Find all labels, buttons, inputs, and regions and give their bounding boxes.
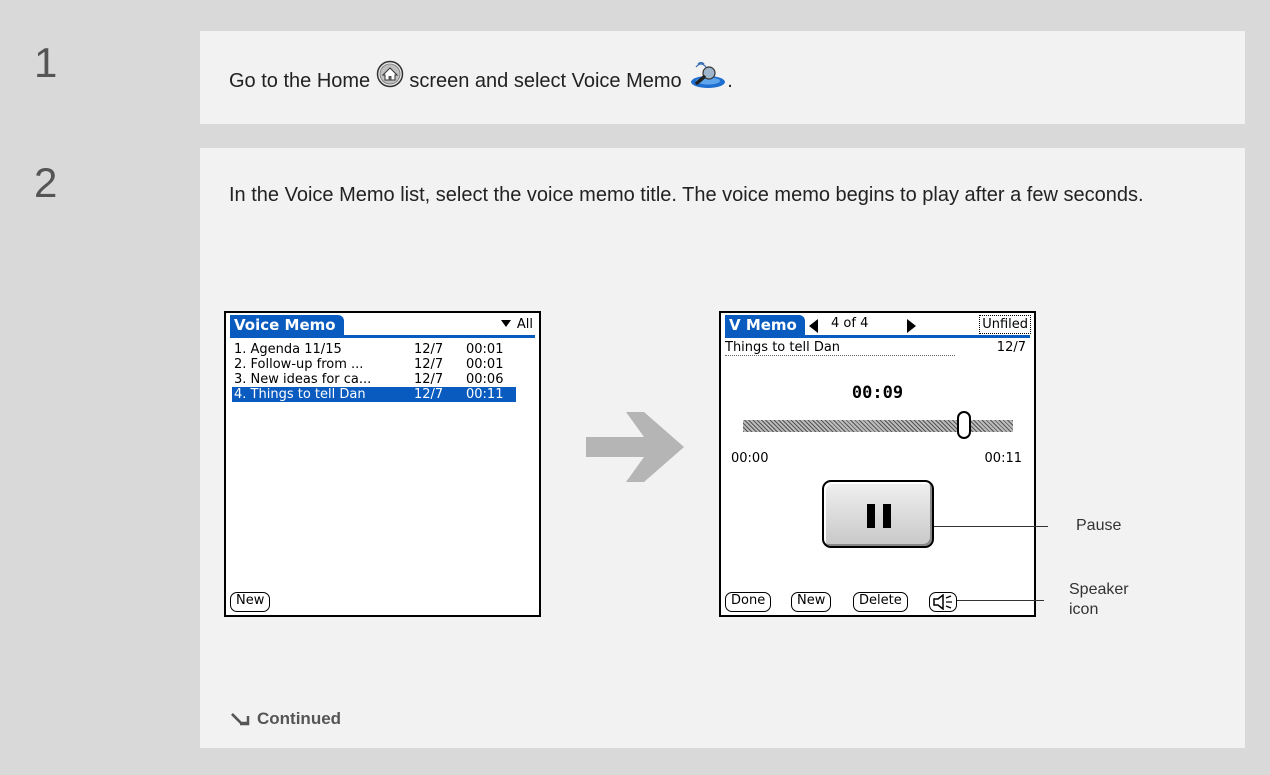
category-selector[interactable]: Unfiled [979, 315, 1031, 334]
step-number-1: 1 [34, 39, 58, 86]
pause-icon-bar-right [883, 504, 891, 528]
voice-memo-icon [687, 59, 727, 98]
memo-row[interactable]: 2. Follow-up from ... 12/7 00:01 [232, 357, 516, 372]
step-2-panel: In the Voice Memo list, select the voice… [200, 148, 1245, 748]
playback-progress-thumb[interactable] [957, 411, 972, 439]
step-1-text-middle: screen and select Voice Memo [409, 69, 682, 92]
start-time: 00:00 [731, 451, 769, 466]
memo-title: 3. New ideas for ca... [234, 372, 372, 387]
speaker-callout-label: Speaker icon [1069, 580, 1129, 620]
step-1-text-after: . [727, 69, 733, 92]
memo-title: 4. Things to tell Dan [234, 387, 366, 402]
previous-memo-arrow-icon[interactable] [809, 319, 818, 333]
done-button[interactable]: Done [725, 592, 772, 612]
memo-date: 12/7 [996, 340, 1026, 355]
continued-arrow-icon [231, 712, 250, 725]
speaker-callout-line-2: icon [1069, 601, 1099, 618]
memo-duration: 00:06 [466, 372, 504, 387]
list-screen-title: Voice Memo [230, 315, 344, 336]
new-button[interactable]: New [791, 592, 832, 612]
end-time: 00:11 [984, 451, 1022, 466]
speaker-icon [933, 593, 952, 611]
detail-screen-title: V Memo [725, 315, 805, 336]
speaker-callout-line [957, 600, 1044, 601]
new-memo-button[interactable]: New [230, 592, 271, 612]
memo-duration: 00:01 [466, 357, 504, 372]
next-memo-arrow-icon[interactable] [907, 319, 916, 333]
memo-row-selected[interactable]: 4. Things to tell Dan 12/7 00:11 [232, 387, 516, 402]
page-frame: 1 Go to the Home screen and select Voice… [0, 0, 1270, 775]
voice-memo-list-screen: Voice Memo All 1. Agenda 11/15 12/7 00:0… [224, 311, 541, 617]
memo-title-field[interactable]: Things to tell Dan [725, 340, 955, 356]
memo-title: 1. Agenda 11/15 [234, 342, 342, 357]
pause-icon-bar-left [867, 504, 875, 528]
elapsed-time: 00:09 [851, 383, 904, 403]
memo-date: 12/7 [414, 357, 444, 372]
speaker-callout-line-1: Speaker [1069, 581, 1129, 598]
pause-callout-line [934, 526, 1048, 527]
continued-label: Continued [257, 709, 342, 728]
memo-date: 12/7 [414, 342, 444, 357]
record-counter: 4 of 4 [831, 316, 869, 331]
memo-list: 1. Agenda 11/15 12/7 00:01 2. Follow-up … [232, 342, 516, 402]
step-1-panel: Go to the Home screen and select Voice M… [200, 31, 1245, 124]
step-number-2: 2 [34, 159, 58, 206]
step-1-text-before: Go to the Home [229, 69, 371, 92]
step-2-instruction: In the Voice Memo list, select the voice… [229, 184, 1144, 206]
memo-row[interactable]: 1. Agenda 11/15 12/7 00:01 [232, 342, 516, 357]
speaker-button[interactable] [929, 592, 957, 612]
memo-date: 12/7 [414, 387, 444, 402]
right-arrow-icon [586, 412, 684, 482]
dropdown-triangle-icon [500, 320, 511, 327]
category-filter-label: All [516, 317, 533, 332]
category-filter[interactable]: All [500, 317, 533, 332]
pause-button[interactable] [822, 480, 934, 548]
continued-link[interactable]: Continued [230, 709, 341, 729]
voice-memo-playback-screen: V Memo 4 of 4 Unfiled Things to tell Dan… [719, 311, 1036, 617]
memo-title: 2. Follow-up from ... [234, 357, 364, 372]
step-1-instruction: Go to the Home screen and select Voice M… [229, 59, 733, 101]
memo-row[interactable]: 3. New ideas for ca... 12/7 00:06 [232, 372, 516, 387]
delete-button[interactable]: Delete [853, 592, 908, 612]
playback-progress-track[interactable] [743, 420, 1013, 432]
home-icon [376, 60, 404, 97]
pause-callout-label: Pause [1076, 517, 1122, 534]
memo-date: 12/7 [414, 372, 444, 387]
memo-duration: 00:11 [466, 387, 504, 402]
memo-duration: 00:01 [466, 342, 504, 357]
